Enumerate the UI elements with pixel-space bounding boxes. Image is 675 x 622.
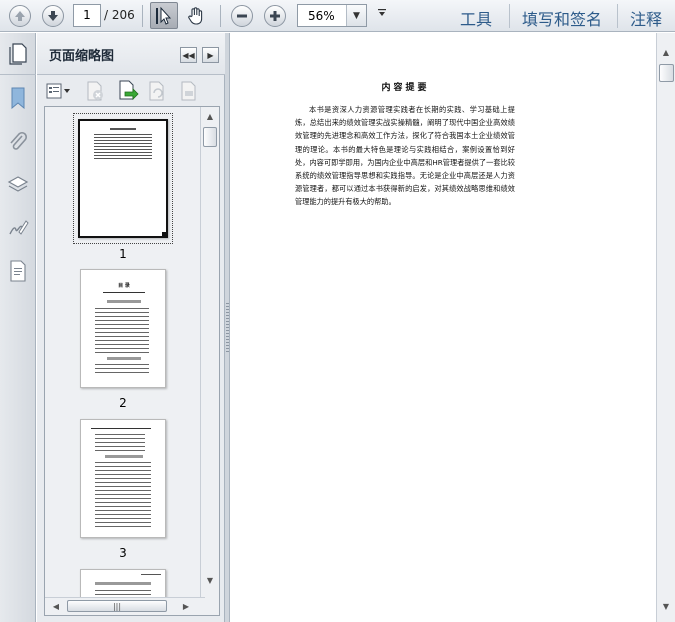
- top-toolbar: 1 / 206 56% ▼ 工具 填写和签名 注释: [0, 0, 675, 32]
- thumb-resize-handle: [162, 232, 168, 238]
- page-thumbnails-toggle[interactable]: [0, 33, 36, 75]
- scroll-down-icon[interactable]: ▼: [659, 599, 673, 613]
- thumbnail-vertical-scrollbar[interactable]: ▲ ▼: [200, 107, 219, 597]
- document-vertical-scrollbar[interactable]: ▲ ▼: [656, 33, 675, 622]
- thumbnail-page-2[interactable]: 目 录: [80, 269, 166, 388]
- next-page-button[interactable]: [40, 3, 66, 29]
- page-icon[interactable]: [6, 259, 30, 283]
- zoom-in-button[interactable]: [262, 3, 288, 29]
- comment-link[interactable]: 注释: [630, 6, 662, 30]
- scroll-up-icon[interactable]: ▲: [659, 45, 673, 59]
- thumbnail-list[interactable]: 1 目 录 2 3 ▲ ▼ ◀ ||| ▶: [44, 106, 220, 616]
- print-page-icon[interactable]: [178, 80, 200, 102]
- collapse-panel-button[interactable]: ◀◀: [180, 47, 197, 63]
- panel-title: 页面缩略图: [49, 49, 115, 64]
- pages-icon: [9, 42, 27, 65]
- thumb-text-block: [95, 308, 149, 354]
- scroll-thumb[interactable]: [659, 64, 674, 82]
- options-menu-icon: [46, 83, 70, 99]
- thumbnail-page-3[interactable]: [80, 419, 166, 538]
- thumb-line: [107, 357, 141, 360]
- scroll-up-icon[interactable]: ▲: [203, 109, 217, 123]
- thumb-heading: 目 录: [118, 283, 130, 289]
- thumbnail-options-button[interactable]: [45, 80, 73, 102]
- toolbar-divider: [220, 5, 221, 27]
- thumbnail-horizontal-scrollbar[interactable]: ◀ ||| ▶: [45, 597, 205, 614]
- toolbar-divider: [617, 4, 618, 28]
- thumb-text-block: [95, 364, 149, 376]
- paperclip-icon[interactable]: [6, 130, 30, 154]
- rotate-page-icon[interactable]: [146, 80, 168, 102]
- thumb-line: [141, 574, 161, 575]
- thumb-line: [95, 582, 151, 585]
- layers-icon[interactable]: [6, 173, 30, 197]
- panel-forward-button[interactable]: ▶: [202, 47, 219, 63]
- scroll-down-icon[interactable]: ▼: [203, 573, 217, 587]
- scroll-right-icon[interactable]: ▶: [179, 599, 193, 613]
- thumb-line: [107, 300, 141, 303]
- extract-page-icon[interactable]: [117, 80, 139, 102]
- navigation-rail: [0, 33, 36, 622]
- thumb-text-block: [94, 134, 152, 160]
- thumb-line: [105, 455, 143, 458]
- zoom-value: 56%: [308, 9, 335, 23]
- zoom-out-button[interactable]: [229, 3, 255, 29]
- zoom-in-icon: [264, 5, 286, 27]
- toolbar-divider: [509, 4, 510, 28]
- thumb-text-block: [95, 434, 145, 452]
- zoom-out-icon: [231, 5, 253, 27]
- bookmark-icon[interactable]: [6, 86, 30, 110]
- thumbnails-panel: 页面缩略图 ◀◀ ▶ 1 目 录 2 3 ▲ ▼ ◀ ||| ▶: [37, 33, 225, 622]
- hand-tool-button[interactable]: [183, 3, 209, 29]
- select-cursor-icon: [156, 6, 172, 25]
- scroll-thumb[interactable]: [203, 127, 217, 147]
- up-arrow-icon: [9, 5, 31, 27]
- hand-icon: [188, 7, 203, 25]
- panel-toolbar: [37, 76, 225, 106]
- fill-and-sign-link[interactable]: 填写和签名: [522, 6, 602, 30]
- grip-icon: [226, 303, 229, 353]
- thumb-line: [91, 428, 151, 429]
- thumbnail-label: 2: [119, 396, 127, 410]
- thumb-text-block: [95, 462, 151, 528]
- toolbar-divider: [142, 5, 143, 27]
- thumbnail-label: 3: [119, 546, 127, 560]
- scroll-left-icon[interactable]: ◀: [49, 599, 63, 613]
- panel-splitter[interactable]: [225, 33, 230, 622]
- thumb-line: [103, 292, 145, 293]
- chevron-down-icon[interactable]: ▼: [346, 5, 366, 26]
- document-body-text: 本书是资深人力资源管理实践者在长期的实践、学习基础上提炼，总结出来的绩效管理实战…: [295, 105, 515, 207]
- thumb-line: [110, 128, 136, 130]
- previous-page-button[interactable]: [7, 3, 33, 29]
- page-number-input[interactable]: 1: [73, 4, 101, 27]
- scroll-thumb[interactable]: |||: [67, 600, 167, 612]
- page-total-label: / 206: [104, 8, 135, 22]
- document-heading: 内容提要: [381, 83, 430, 93]
- thumbnail-label: 1: [119, 247, 127, 261]
- signature-icon[interactable]: [6, 216, 30, 240]
- panel-header: 页面缩略图 ◀◀ ▶: [37, 33, 225, 75]
- select-tool-button[interactable]: [150, 2, 178, 29]
- down-arrow-icon: [42, 5, 64, 27]
- thumbnail-page-1[interactable]: [78, 119, 168, 238]
- document-view[interactable]: 内容提要 本书是资深人力资源管理实践者在长期的实践、学习基础上提炼，总结出来的绩…: [231, 33, 656, 622]
- zoom-select[interactable]: 56% ▼: [297, 4, 367, 27]
- tools-link[interactable]: 工具: [460, 6, 492, 30]
- chevron-right-icon: ▶: [207, 50, 214, 60]
- toolbar-overflow-icon[interactable]: [377, 8, 387, 21]
- delete-page-icon[interactable]: [84, 80, 106, 102]
- double-chevron-left-icon: ◀◀: [182, 50, 195, 60]
